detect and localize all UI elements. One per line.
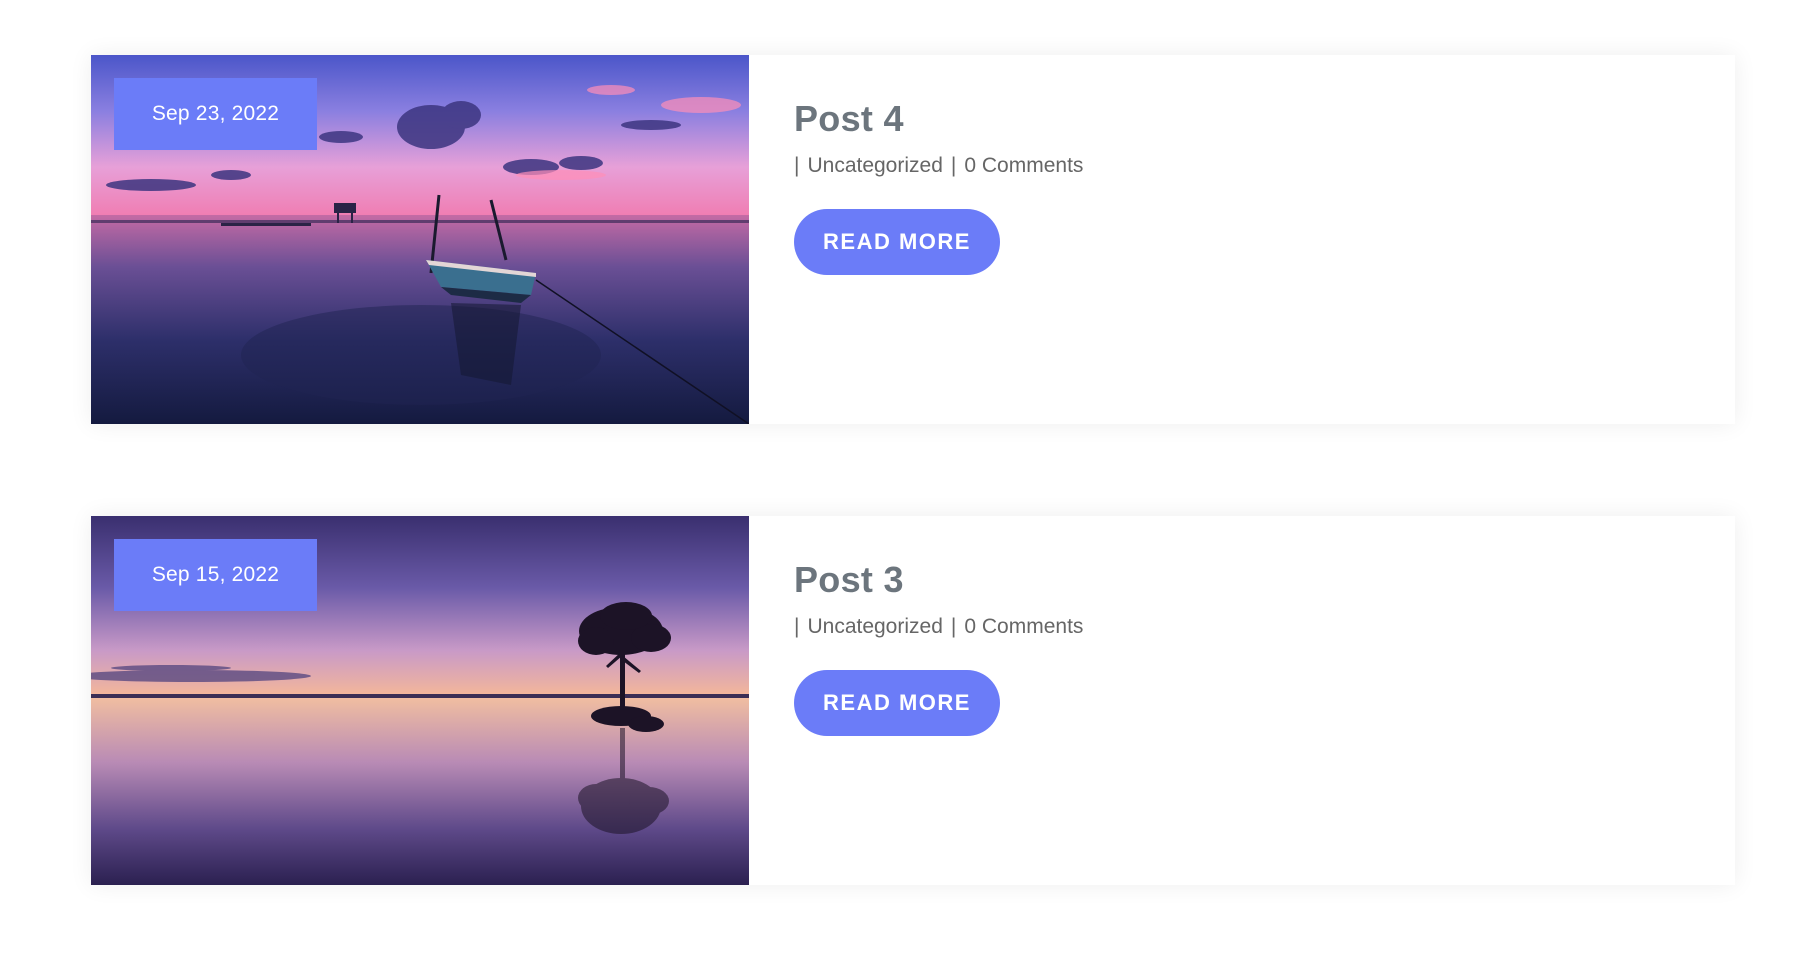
date-badge: Sep 15, 2022 xyxy=(114,539,317,611)
read-more-button[interactable]: READ MORE xyxy=(794,209,1000,276)
post-card: Sep 23, 2022 Post 4 | Uncategorized | 0 … xyxy=(91,55,1735,424)
post-title-link[interactable]: Post 3 xyxy=(794,558,1083,601)
date-badge: Sep 23, 2022 xyxy=(114,78,317,150)
category-link[interactable]: Uncategorized xyxy=(807,615,942,639)
comments-link[interactable]: 0 Comments xyxy=(964,615,1083,639)
meta-separator: | xyxy=(950,154,957,178)
comments-link[interactable]: 0 Comments xyxy=(964,154,1083,178)
meta-separator: | xyxy=(794,615,800,639)
post-thumbnail-tree-sunset[interactable]: Sep 15, 2022 xyxy=(91,516,749,885)
post-date: Sep 23, 2022 xyxy=(151,102,280,125)
post-title-link[interactable]: Post 4 xyxy=(794,97,1083,140)
post-list: Sep 23, 2022 Post 4 | Uncategorized | 0 … xyxy=(91,55,1735,977)
read-more-button[interactable]: READ MORE xyxy=(794,670,1000,737)
post-card: Sep 15, 2022 Post 3 | Uncategorized | 0 … xyxy=(91,516,1735,885)
post-content: Post 3 | Uncategorized | 0 Comments READ… xyxy=(749,516,1083,885)
meta-separator: | xyxy=(950,615,957,639)
post-thumbnail-boat-sunset[interactable]: Sep 23, 2022 xyxy=(91,55,749,424)
post-content: Post 4 | Uncategorized | 0 Comments READ… xyxy=(749,55,1083,424)
post-date: Sep 15, 2022 xyxy=(151,563,280,586)
meta-separator: | xyxy=(794,154,800,178)
post-meta: | Uncategorized | 0 Comments xyxy=(794,615,1083,639)
category-link[interactable]: Uncategorized xyxy=(807,154,942,178)
post-meta: | Uncategorized | 0 Comments xyxy=(794,154,1083,178)
